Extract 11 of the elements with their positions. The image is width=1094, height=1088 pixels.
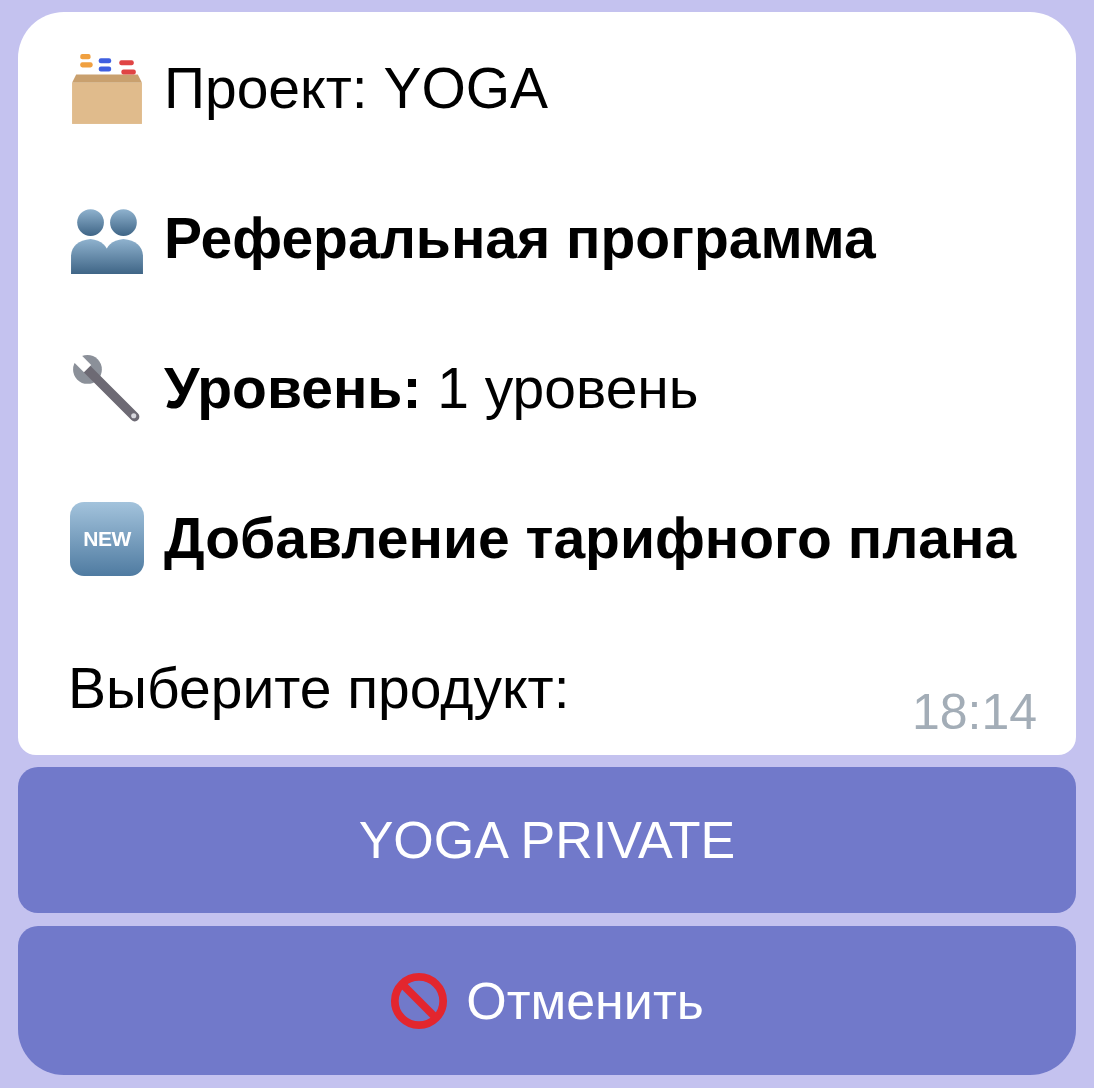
- message-text: Реферальная программа: [164, 205, 876, 272]
- new-badge: NEW: [70, 501, 144, 576]
- message-text: Добавление тарифного плана: [164, 505, 1017, 572]
- no-entry-icon: [390, 971, 449, 1030]
- prompt-text: Выберите продукт:: [68, 655, 570, 722]
- message-text: Проект: YOGA: [164, 55, 549, 122]
- message-text: Уровень: 1 уровень: [164, 355, 699, 422]
- file-box-icon: [70, 51, 144, 126]
- option-button[interactable]: YOGA PRIVATE: [18, 767, 1076, 913]
- cancel-button[interactable]: Отменить: [18, 926, 1076, 1075]
- message-time: 18:14: [911, 684, 1037, 740]
